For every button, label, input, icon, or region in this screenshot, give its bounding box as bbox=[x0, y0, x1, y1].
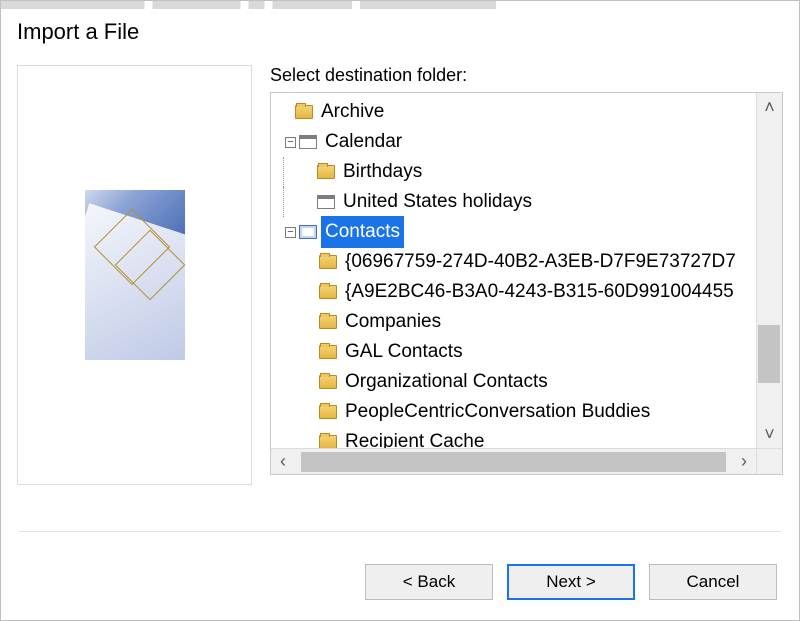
tree-label: PeopleCentricConversation Buddies bbox=[341, 396, 654, 427]
folder-icon bbox=[319, 375, 337, 389]
folder-icon bbox=[319, 315, 337, 329]
calendar-icon bbox=[317, 195, 335, 209]
cancel-button[interactable]: Cancel bbox=[649, 564, 777, 600]
collapse-toggle-icon[interactable] bbox=[285, 137, 296, 148]
wizard-button-row: < Back Next > Cancel bbox=[365, 564, 777, 600]
folder-icon bbox=[319, 435, 337, 448]
folder-icon bbox=[319, 345, 337, 359]
tree-label: Calendar bbox=[321, 126, 406, 157]
tree-item-contacts[interactable]: Contacts bbox=[277, 217, 756, 247]
tree-item-guid2[interactable]: {A9E2BC46-B3A0-4243-B315-60D991004455 bbox=[277, 277, 756, 307]
tree-item-us-holidays[interactable]: United States holidays bbox=[277, 187, 756, 217]
tree-line bbox=[277, 157, 291, 187]
tree-item-guid1[interactable]: {06967759-274D-40B2-A3EB-D7F9E73727D7 bbox=[277, 247, 756, 277]
folder-icon bbox=[319, 285, 337, 299]
scroll-up-icon[interactable]: ˄ bbox=[758, 93, 782, 121]
button-divider bbox=[19, 531, 781, 532]
tree-label: Birthdays bbox=[339, 156, 426, 187]
window-chrome-fragment bbox=[1, 1, 799, 9]
tree-item-gal[interactable]: GAL Contacts bbox=[277, 337, 756, 367]
tree-item-birthdays[interactable]: Birthdays bbox=[277, 157, 756, 187]
scroll-left-icon[interactable]: ‹ bbox=[271, 448, 295, 476]
tree-label: GAL Contacts bbox=[341, 336, 467, 367]
folder-icon bbox=[317, 165, 335, 179]
instruction-label: Select destination folder: bbox=[270, 65, 783, 86]
tree-item-calendar[interactable]: Calendar bbox=[277, 127, 756, 157]
tree-item-companies[interactable]: Companies bbox=[277, 307, 756, 337]
folder-icon bbox=[319, 405, 337, 419]
scroll-thumb[interactable] bbox=[301, 452, 726, 472]
scroll-down-icon[interactable]: ˅ bbox=[758, 420, 782, 448]
folder-icon bbox=[319, 255, 337, 269]
tree-label: {06967759-274D-40B2-A3EB-D7F9E73727D7 bbox=[341, 246, 740, 277]
tree-item-people-centric[interactable]: PeopleCentricConversation Buddies bbox=[277, 397, 756, 427]
scroll-right-icon[interactable]: › bbox=[732, 448, 756, 476]
tree-label: Recipient Cache bbox=[341, 426, 488, 448]
wizard-illustration-panel bbox=[17, 65, 252, 485]
horizontal-scrollbar[interactable]: ‹ › bbox=[271, 448, 756, 474]
folder-tree[interactable]: Archive Calendar Birthdays bbox=[270, 92, 783, 475]
collapse-toggle-icon[interactable] bbox=[285, 227, 296, 238]
tree-label: United States holidays bbox=[339, 186, 536, 217]
tree-item-recipient-cache[interactable]: Recipient Cache bbox=[277, 427, 756, 448]
tree-line bbox=[277, 187, 291, 217]
scroll-corner bbox=[756, 448, 782, 474]
dialog-body: Select destination folder: Archive Calen… bbox=[1, 65, 799, 485]
contacts-icon bbox=[299, 225, 317, 239]
wizard-art-icon bbox=[85, 190, 185, 360]
vertical-scrollbar[interactable]: ˄ ˅ bbox=[756, 93, 782, 448]
tree-item-archive[interactable]: Archive bbox=[277, 97, 756, 127]
folder-select-panel: Select destination folder: Archive Calen… bbox=[270, 65, 783, 485]
back-button[interactable]: < Back bbox=[365, 564, 493, 600]
tree-label: Organizational Contacts bbox=[341, 366, 552, 397]
calendar-icon bbox=[299, 135, 317, 149]
scroll-thumb[interactable] bbox=[758, 325, 780, 383]
folder-tree-viewport: Archive Calendar Birthdays bbox=[271, 93, 756, 448]
import-wizard-dialog: Import a File Select destination folder:… bbox=[0, 0, 800, 621]
tree-label: {A9E2BC46-B3A0-4243-B315-60D991004455 bbox=[341, 276, 738, 307]
next-button[interactable]: Next > bbox=[507, 564, 635, 600]
dialog-title: Import a File bbox=[1, 9, 799, 65]
folder-icon bbox=[295, 105, 313, 119]
tree-label: Companies bbox=[341, 306, 445, 337]
tree-item-org-contacts[interactable]: Organizational Contacts bbox=[277, 367, 756, 397]
tree-label-selected: Contacts bbox=[321, 216, 404, 247]
tree-label: Archive bbox=[317, 96, 388, 127]
